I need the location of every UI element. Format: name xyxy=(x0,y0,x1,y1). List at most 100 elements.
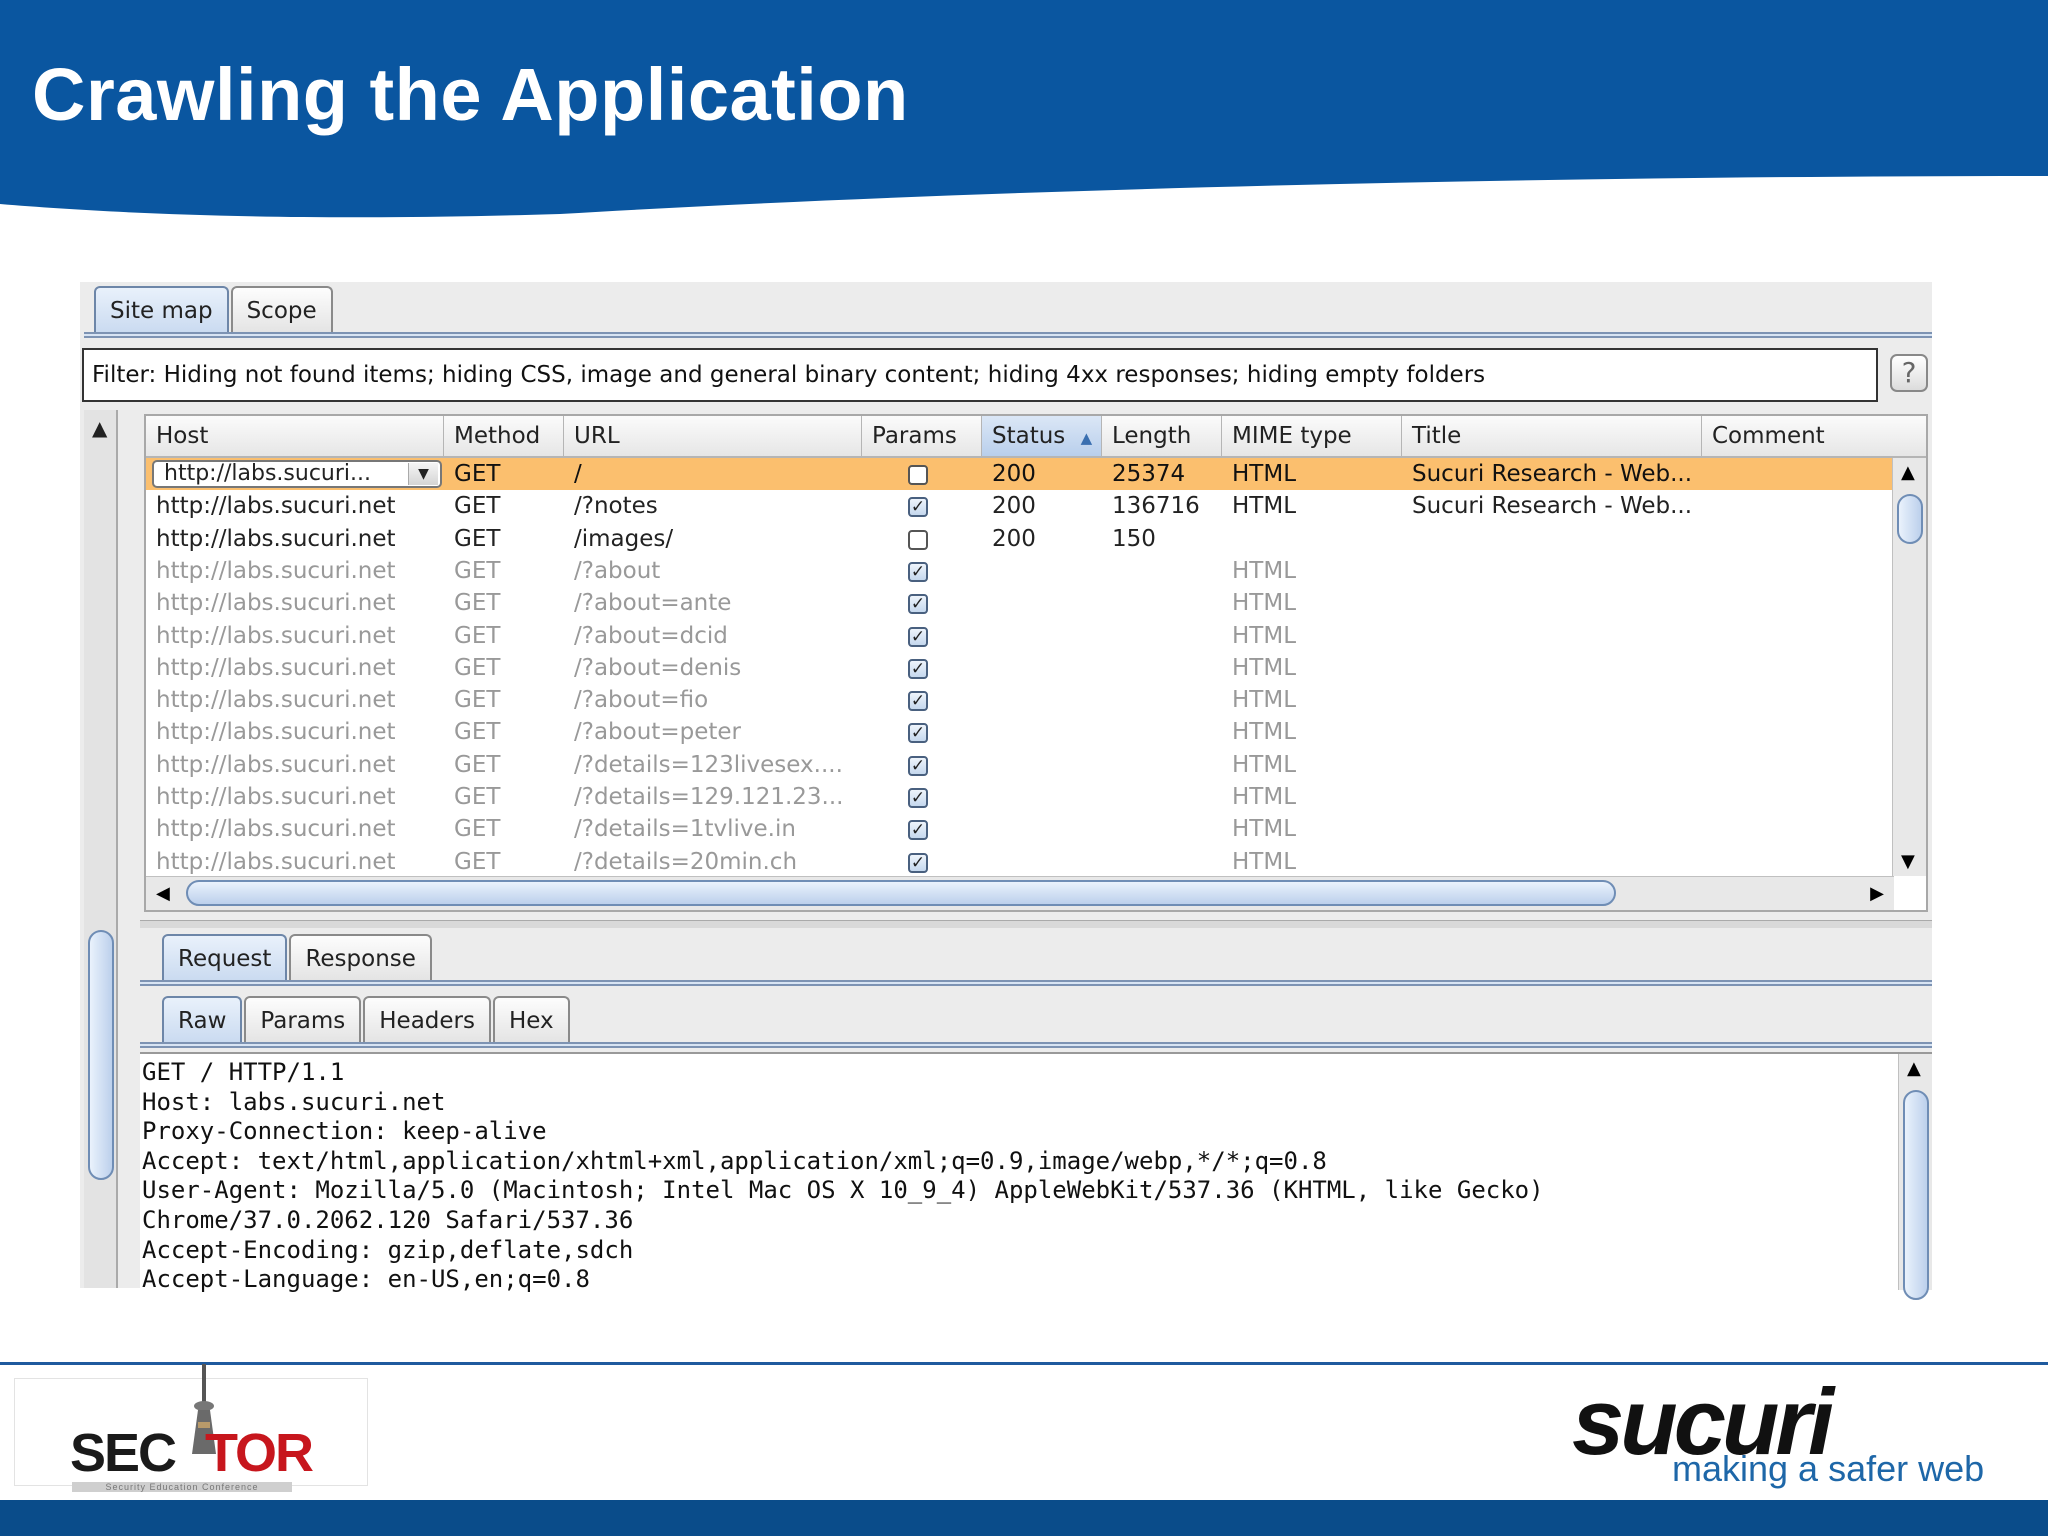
tab-hex[interactable]: Hex xyxy=(493,996,570,1044)
col-title[interactable]: Title xyxy=(1402,416,1702,456)
scroll-thumb[interactable] xyxy=(1903,1090,1929,1300)
help-button[interactable]: ? xyxy=(1890,354,1928,392)
scroll-thumb[interactable] xyxy=(88,930,114,1180)
table-row[interactable]: http://labs.sucuri.net GET /?details=1tvli… xyxy=(146,813,1894,845)
cell-status xyxy=(982,555,1102,587)
table-row[interactable]: http://labs.sucuri.net GET /?notes 200 13671… xyxy=(146,490,1894,522)
raw-request-editor[interactable]: GET / HTTP/1.1 Host: labs.sucuri.net Proxy… xyxy=(140,1052,1932,1300)
tab-site-map[interactable]: Site map xyxy=(94,286,229,334)
params-checkbox[interactable]: ✓ xyxy=(908,691,928,712)
scroll-up-arrow-icon[interactable]: ▲ xyxy=(92,416,107,440)
table-row[interactable]: http://labs.sucuri.net GET /?about=denis HT… xyxy=(146,652,1894,684)
params-checkbox[interactable]: ✓ xyxy=(908,788,928,808)
split-divider[interactable] xyxy=(140,920,1932,928)
table-row[interactable]: http://labs.sucuri.net GET /?about=fio HTML… xyxy=(146,684,1894,716)
table-row[interactable]: http://labs.sucuri.net GET /?details=129.1… xyxy=(146,781,1894,813)
scroll-left-arrow-icon[interactable]: ◀ xyxy=(156,883,170,904)
cell-mime: HTML xyxy=(1232,719,1297,746)
cell-title xyxy=(1402,555,1702,587)
col-mime-type[interactable]: MIME type xyxy=(1222,416,1402,456)
cell-url: /?details=123livesex.... xyxy=(574,751,843,778)
filter-bar[interactable]: Filter: Hiding not found items; hiding C… xyxy=(82,348,1878,402)
scroll-thumb[interactable] xyxy=(1897,494,1923,544)
params-checkbox[interactable]: ✓ xyxy=(908,561,928,582)
params-checkbox[interactable]: ✓ xyxy=(908,497,928,518)
table-hscroll[interactable]: ◀ ▶ xyxy=(146,876,1894,910)
col-host[interactable]: Host xyxy=(146,416,444,456)
params-checkbox[interactable]: ✓ xyxy=(908,755,928,776)
cell-mime: HTML xyxy=(1232,622,1297,649)
table-row[interactable]: http://labs.sucuri.net GET /?about=peter HT… xyxy=(146,716,1894,748)
table-row[interactable]: http://labs.sucuri.net GET/images/200 150 xyxy=(146,523,1894,555)
table-header: Host Method URL Params Status ▲ Length M… xyxy=(146,416,1926,458)
col-method[interactable]: Method xyxy=(444,416,564,456)
cell-url: /?about=denis xyxy=(574,654,742,681)
cell-comment xyxy=(1702,587,1894,619)
params-checkbox[interactable]: ✓ xyxy=(908,820,928,841)
cell-url: /?about=peter xyxy=(574,719,741,746)
cell-title xyxy=(1402,846,1702,878)
host-dropdown[interactable]: http://labs.sucuri... ▼ xyxy=(152,460,442,488)
cell-length xyxy=(1102,813,1222,845)
params-checkbox[interactable]: ✓ xyxy=(908,594,928,615)
tab-raw[interactable]: Raw xyxy=(162,996,243,1044)
raw-request-line: GET / HTTP/1.1 xyxy=(142,1058,345,1086)
cell-comment xyxy=(1702,523,1894,555)
table-row[interactable]: http://labs.sucuri.net GET /?details=123li… xyxy=(146,749,1894,781)
params-checkbox[interactable]: ✓ xyxy=(908,626,928,647)
col-url[interactable]: URL xyxy=(564,416,862,456)
params-checkbox[interactable]: ✓ xyxy=(908,658,928,679)
col-status-label: Status xyxy=(992,423,1066,449)
cell-mime: HTML xyxy=(1232,751,1297,778)
params-checkbox[interactable] xyxy=(908,465,928,485)
editor-vscroll[interactable]: ▲ xyxy=(1898,1054,1932,1300)
cell-method: GET xyxy=(454,461,501,487)
cell-host: http://labs.sucuri.net xyxy=(156,590,396,617)
table-vscroll[interactable]: ▲ ▼ xyxy=(1892,458,1926,876)
cell-mime xyxy=(1222,523,1402,555)
slide-title: Crawling the Application xyxy=(32,53,909,136)
message-tabbar: Request Response xyxy=(162,934,434,982)
cell-title xyxy=(1402,523,1702,555)
cell-mime: HTML xyxy=(1232,687,1297,714)
burp-target-window: Site map Scope Filter: Hiding not found … xyxy=(80,282,1932,1300)
scroll-right-arrow-icon[interactable]: ▶ xyxy=(1870,883,1884,904)
cell-method: GET xyxy=(454,557,501,584)
cell-host: http://labs.sucuri.net xyxy=(156,784,396,810)
cell-comment xyxy=(1702,781,1894,813)
chevron-down-icon[interactable]: ▼ xyxy=(408,463,438,485)
raw-request-text[interactable]: GET / HTTP/1.1 Host: labs.sucuri.net Proxy… xyxy=(142,1058,1544,1295)
cell-status xyxy=(982,846,1102,878)
scroll-up-arrow-icon[interactable]: ▲ xyxy=(1901,462,1915,483)
col-params[interactable]: Params xyxy=(862,416,982,456)
scroll-down-arrow-icon[interactable]: ▼ xyxy=(1901,851,1915,872)
cell-host: http://labs.sucuri.net xyxy=(156,848,396,875)
col-comment[interactable]: Comment xyxy=(1702,416,1928,456)
scroll-thumb[interactable] xyxy=(186,880,1616,906)
tab-params[interactable]: Params xyxy=(244,996,362,1044)
params-checkbox[interactable]: ✓ xyxy=(908,852,928,873)
cell-method: GET xyxy=(454,751,501,778)
tab-scope[interactable]: Scope xyxy=(230,286,333,334)
params-checkbox[interactable] xyxy=(908,529,928,550)
table-row[interactable]: http://labs.sucuri.net GET /?details=20min… xyxy=(146,846,1894,878)
table-row[interactable]: http://labs.sucuri.net GET /?about=dcid HTM… xyxy=(146,620,1894,652)
col-status[interactable]: Status ▲ xyxy=(982,416,1102,456)
scroll-up-arrow-icon[interactable]: ▲ xyxy=(1907,1058,1921,1079)
table-row[interactable]: http://labs.sucuri... ▼ GET / 200 25374 HTML Su… xyxy=(146,458,1894,490)
tab-headers[interactable]: Headers xyxy=(363,996,491,1044)
tab-request[interactable]: Request xyxy=(162,934,288,982)
params-checkbox[interactable]: ✓ xyxy=(908,723,928,744)
col-length[interactable]: Length xyxy=(1102,416,1222,456)
table-row[interactable]: http://labs.sucuri.net GET /?about=ante HTM… xyxy=(146,587,1894,619)
cell-url: /?notes xyxy=(574,493,658,520)
tree-scrollbar[interactable]: ▲ xyxy=(84,410,118,1288)
cell-title xyxy=(1402,716,1702,748)
cell-host: http://labs.sucuri.net xyxy=(156,719,396,746)
cell-status: 200 xyxy=(992,525,1036,552)
table-row[interactable]: http://labs.sucuri.net GET /?about HTML ✓ xyxy=(146,555,1894,587)
cell-method: GET xyxy=(454,687,501,714)
raw-request-line: Chrome/37.0.2062.120 Safari/537.36 xyxy=(142,1205,634,1234)
tab-response[interactable]: Response xyxy=(289,934,432,982)
cell-length xyxy=(1102,555,1222,587)
